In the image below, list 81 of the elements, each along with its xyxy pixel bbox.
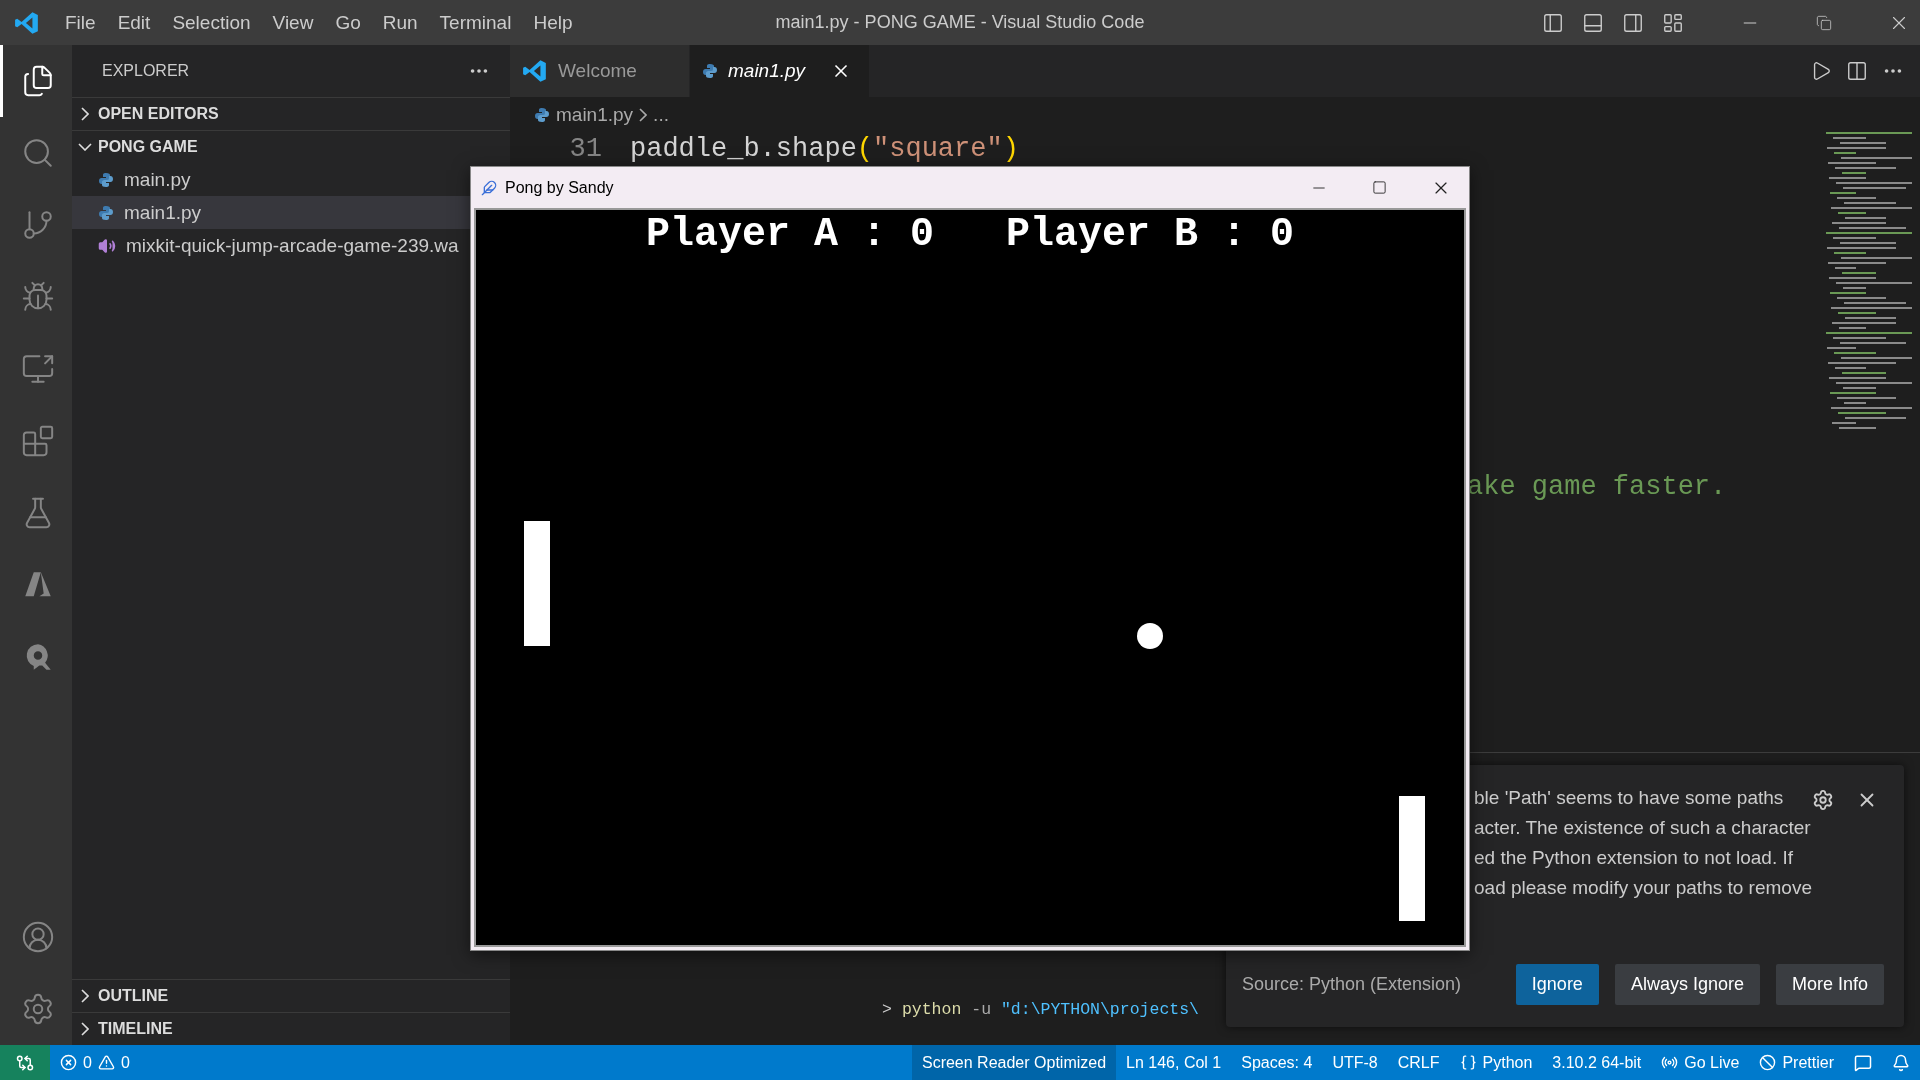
python-file-icon (702, 63, 718, 79)
menu-item[interactable]: Help (522, 11, 584, 34)
problems-button[interactable]: 0 0 (50, 1045, 140, 1080)
restore-icon[interactable] (1816, 14, 1832, 31)
window-title: main1.py - PONG GAME - Visual Studio Code (775, 12, 1145, 33)
section-header[interactable]: OUTLINE (72, 979, 510, 1012)
bell-icon (1892, 1053, 1910, 1072)
notification-source: Source: Python (Extension) (1242, 974, 1462, 995)
run-debug-icon (20, 280, 55, 314)
chevron-right-icon (81, 989, 89, 1003)
breadcrumb-item[interactable]: ... (653, 103, 669, 126)
braces-icon (1459, 1054, 1477, 1071)
python-file-icon (98, 171, 114, 188)
menu-item[interactable]: View (261, 11, 325, 34)
app-logo-icon (14, 9, 40, 36)
menu-item[interactable]: File (54, 11, 107, 34)
status-item[interactable]: Python (1449, 1045, 1543, 1080)
python-file-icon (534, 106, 550, 123)
status-item[interactable]: Screen Reader Optimized (911, 1045, 1117, 1080)
status-item[interactable]: UTF-8 (1322, 1045, 1388, 1080)
sidebar-toggle-icon[interactable] (1542, 11, 1564, 34)
section-header[interactable]: OPEN EDITORS (72, 97, 510, 130)
editor-tab[interactable]: main1.py (690, 45, 870, 97)
layout-icon[interactable] (1662, 11, 1684, 34)
menu-item[interactable]: Selection (161, 11, 262, 34)
maximize-icon[interactable] (1372, 180, 1387, 195)
panel-toggle-icon[interactable] (1582, 11, 1604, 34)
broadcast-icon (1661, 1054, 1679, 1071)
notification-button[interactable]: Ignore (1515, 964, 1599, 1005)
line-number: 31 (568, 132, 603, 165)
speaker-icon (98, 236, 116, 255)
remote-icon (20, 352, 55, 386)
explorer-file[interactable]: mixkit-quick-jump-arcade-game-239.wa (72, 229, 470, 262)
secondary-sidebar-icon[interactable] (1622, 11, 1644, 34)
notification-button[interactable]: More Info (1775, 964, 1884, 1005)
menu-item[interactable]: Run (371, 11, 429, 34)
remote-button[interactable] (0, 1045, 50, 1080)
player-score: Player B : 0 (1006, 212, 1295, 257)
warning-icon (97, 1054, 115, 1071)
explorer-file[interactable]: main1.py (72, 196, 470, 229)
ball (1137, 623, 1163, 649)
chevron-right-icon (639, 107, 648, 122)
chevron-right-icon (81, 1022, 89, 1036)
feedback-icon (1854, 1053, 1872, 1072)
code-line: paddle_b.shape("square") (630, 132, 1019, 165)
chevron-down-icon (78, 143, 92, 151)
notification-text: oad please modify your paths to remove (1474, 877, 1812, 899)
menu-item[interactable]: Terminal (428, 11, 523, 34)
section-header[interactable]: PONG GAME (72, 130, 510, 163)
split-editor-icon[interactable] (1846, 60, 1868, 82)
player-score: Player A : 0 (645, 212, 934, 257)
breadcrumb-item[interactable]: main1.py (556, 103, 634, 126)
status-item[interactable]: 3.10.2 64-bit (1542, 1045, 1652, 1080)
sidebar-title: EXPLORER (102, 62, 190, 80)
code-line: ake game faster. (1467, 470, 1727, 503)
status-item[interactable]: CRLF (1387, 1045, 1450, 1080)
python-file-icon (98, 204, 114, 221)
status-item[interactable]: Ln 146, Col 1 (1116, 1045, 1232, 1080)
accounts-icon (20, 920, 55, 954)
menu-item[interactable]: Edit (106, 11, 162, 34)
notification-button[interactable]: Always Ignore (1614, 964, 1760, 1005)
window-title: Pong by Sandy (505, 178, 614, 197)
status-item[interactable]: Prettier (1749, 1045, 1844, 1080)
settings-icon[interactable] (1812, 789, 1834, 811)
status-item[interactable]: Go Live (1651, 1045, 1750, 1080)
extensions-icon (20, 424, 55, 458)
explorer-file[interactable]: main.py (72, 163, 470, 196)
menu-item[interactable]: Go (324, 11, 372, 34)
status-item[interactable]: Spaces: 4 (1231, 1045, 1323, 1080)
remote-icon (16, 1053, 34, 1072)
app-logo-icon (522, 58, 548, 84)
notification-text: ed the Python extension to not load. If (1474, 847, 1793, 869)
blocked-icon (1759, 1054, 1777, 1071)
notification-text: ble 'Path' seems to have some paths (1474, 787, 1784, 809)
editor-tab[interactable]: Welcome (510, 45, 690, 97)
notification-text: acter. The existence of such a character (1474, 817, 1811, 839)
terminal-command: python -u "d:\PYTHON\projects\ (901, 1000, 1199, 1019)
error-icon (60, 1054, 77, 1071)
chevron-right-icon (81, 107, 89, 121)
feather-icon (481, 179, 497, 196)
terminal-prompt: > (882, 1000, 892, 1019)
